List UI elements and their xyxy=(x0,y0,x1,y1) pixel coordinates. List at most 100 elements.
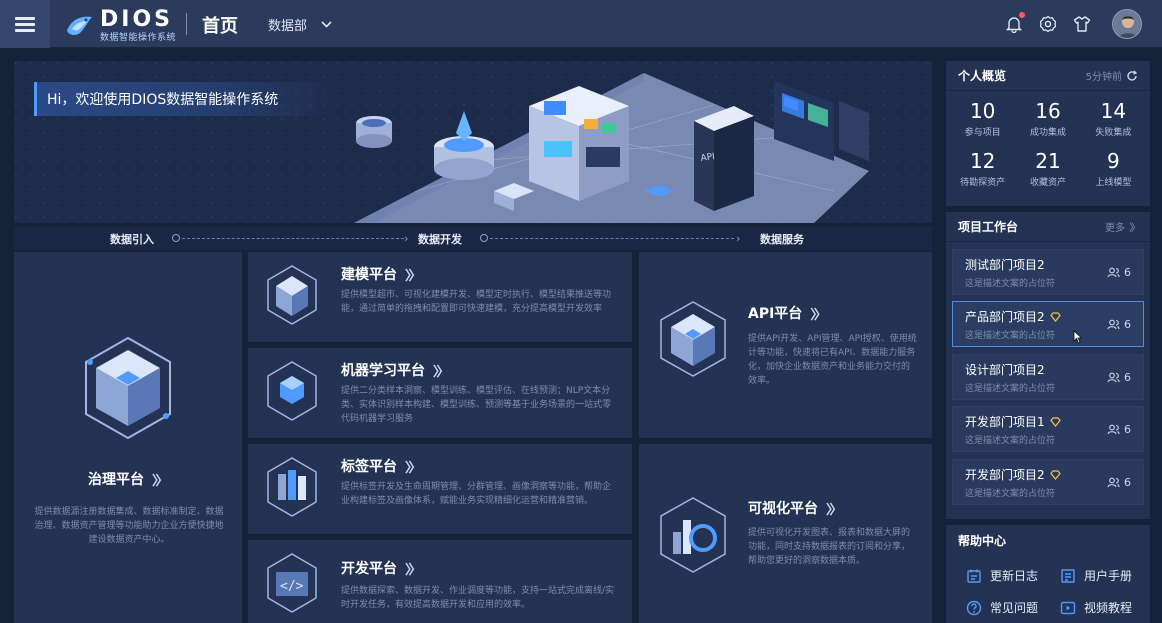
chevron-right-icon: 〉〉 xyxy=(405,268,421,284)
hero-illustration: API xyxy=(354,73,869,223)
gear-icon[interactable] xyxy=(1038,14,1058,34)
help-user-manual[interactable]: 用户手册 xyxy=(1060,567,1132,584)
project-card[interactable]: 测试部门项目2 这是描述文案的占位符 6 xyxy=(952,249,1144,295)
api-desc: 提供API开发、API管理、API授权、使用统计等功能，快速将已有API、数据能… xyxy=(748,334,917,386)
workbench-header: 项目工作台 更多 〉〉 xyxy=(946,212,1150,242)
chevron-right-icon: 〉〉 xyxy=(1129,223,1141,234)
card-visualization[interactable]: 可视化平台 〉〉 提供可视化开发图表、报表和数据大屏的功能，同时支持数据报表的订… xyxy=(639,444,932,623)
logo-subtitle: 数据智能操作系统 xyxy=(100,33,177,43)
header-actions xyxy=(1004,8,1142,40)
stat-label: 成功集成 xyxy=(1029,128,1066,138)
stat-item[interactable]: 12 待勘探资产 xyxy=(950,149,1015,199)
ml-cube-icon xyxy=(267,361,317,421)
chevron-right-icon: 〉〉 xyxy=(405,460,421,476)
card-dev[interactable]: </> 开发平台 〉〉 提供数据探索、数据开发、作业调度等功能，支持一站式完成离… xyxy=(248,540,632,623)
card-machine-learning[interactable]: 机器学习平台 〉〉 提供二分类样本洞察、模型训练、模型评估、在线预测；NLP文本… xyxy=(248,348,632,438)
users-icon xyxy=(1107,424,1120,435)
help-item-label: 视频教程 xyxy=(1084,601,1133,615)
modeling-title-text: 建模平台 xyxy=(341,267,397,283)
flow-line xyxy=(182,238,404,239)
project-name: 开发部门项目1 xyxy=(965,415,1045,429)
department-label: 数据部 xyxy=(268,19,308,34)
tag-title: 标签平台 〉〉 xyxy=(341,456,421,476)
bell-icon[interactable] xyxy=(1004,12,1025,34)
stat-value: 16 xyxy=(1035,99,1061,123)
workbench-title: 项目工作台 xyxy=(958,220,1019,234)
project-name: 产品部门项目2 xyxy=(965,310,1045,324)
overview-refresh[interactable]: 5分钟前 xyxy=(1086,68,1138,83)
page-title: 首页 xyxy=(202,16,238,37)
tag-title-text: 标签平台 xyxy=(341,459,397,475)
project-card[interactable]: 开发部门项目1 这是描述文案的占位符 6 xyxy=(952,406,1144,452)
video-icon xyxy=(1060,601,1076,614)
stat-item[interactable]: 10 参与项目 xyxy=(950,99,1015,149)
users-icon xyxy=(1107,267,1120,278)
logo[interactable]: DIOS 数据智能操作系统 xyxy=(64,7,177,43)
help-item-label: 更新日志 xyxy=(990,569,1039,583)
welcome-message: Hi，欢迎使用DIOS数据智能操作系统 xyxy=(34,82,334,116)
stat-item[interactable]: 14 失败集成 xyxy=(1081,99,1146,149)
stat-value: 14 xyxy=(1100,99,1127,123)
project-members: 6 xyxy=(1107,423,1131,436)
help-item-label: 常见问题 xyxy=(990,601,1039,615)
flow-arrow-icon: › xyxy=(404,232,409,245)
stat-label: 收藏资产 xyxy=(1029,178,1066,188)
modeling-cube-icon xyxy=(267,265,317,325)
governance-desc: 提供数据源注册数据集成、数据标准制定、数据治理、数据资产管理等功能助力企业方便快… xyxy=(34,507,224,545)
viz-title: 可视化平台 〉〉 xyxy=(748,498,842,518)
stat-item[interactable]: 9 上线模型 xyxy=(1081,149,1146,199)
header-divider xyxy=(186,13,187,35)
card-modeling[interactable]: 建模平台 〉〉 提供模型超市、可视化建模开发、模型定时执行、模型结果推送等功能，… xyxy=(248,252,632,342)
department-select[interactable]: 数据部 xyxy=(268,15,332,34)
help-center-panel: 帮助中心 更新日志 用户手册 常见问题 视频教程 xyxy=(946,525,1150,623)
chevron-right-icon: 〉〉 xyxy=(810,307,826,323)
workbench-more-link[interactable]: 更多 〉〉 xyxy=(1105,219,1141,234)
project-card[interactable]: 开发部门项目2 这是描述文案的占位符 6 xyxy=(952,459,1144,505)
shirt-icon[interactable] xyxy=(1072,14,1092,34)
chevron-right-icon: 〉〉 xyxy=(433,364,449,380)
svg-text:</>: </> xyxy=(280,579,304,594)
menu-button[interactable] xyxy=(0,0,50,48)
member-count: 6 xyxy=(1124,476,1131,489)
api-title: API平台 〉〉 xyxy=(748,303,827,323)
overview-title: 个人概览 xyxy=(958,69,1007,83)
api-cube-icon xyxy=(660,301,726,377)
stat-item[interactable]: 16 成功集成 xyxy=(1015,99,1080,149)
tag-cube-icon xyxy=(267,457,317,517)
card-tag[interactable]: 标签平台 〉〉 提供标签开发及生命周期管理、分群管理、画像洞察等功能，帮助企业构… xyxy=(248,444,632,534)
project-card-active[interactable]: 产品部门项目2 这是描述文案的占位符 6 xyxy=(952,301,1144,347)
users-icon xyxy=(1107,372,1120,383)
tag-desc: 提供标签开发及生命周期管理、分群管理、画像洞察等功能，帮助企业构建标签及画像体系… xyxy=(341,482,612,506)
help-title: 帮助中心 xyxy=(958,533,1007,548)
mouse-cursor-icon xyxy=(1073,330,1083,344)
users-icon xyxy=(1107,319,1120,330)
stat-label: 上线模型 xyxy=(1095,178,1132,188)
avatar[interactable] xyxy=(1112,9,1142,39)
logo-text: DIOS xyxy=(100,7,173,32)
flow-step-service: 数据服务 xyxy=(760,233,804,246)
help-changelog[interactable]: 更新日志 xyxy=(966,567,1038,584)
project-members: 6 xyxy=(1107,318,1131,331)
governance-cube-icon xyxy=(85,336,171,440)
diamond-badge-icon xyxy=(1049,469,1061,480)
stat-item[interactable]: 21 收藏资产 xyxy=(1015,149,1080,199)
modeling-desc: 提供模型超市、可视化建模开发、模型定时执行、模型结果推送等功能，通过简单的拖拽和… xyxy=(341,290,612,314)
help-video-tutorial[interactable]: 视频教程 xyxy=(1060,599,1132,616)
stat-value: 10 xyxy=(969,99,996,123)
stat-value: 9 xyxy=(1106,149,1120,173)
dev-title-text: 开发平台 xyxy=(341,561,397,577)
member-count: 6 xyxy=(1124,371,1131,384)
modeling-title: 建模平台 〉〉 xyxy=(341,264,421,284)
chevron-right-icon: 〉〉 xyxy=(405,562,421,578)
flow-dot xyxy=(480,234,488,242)
stat-label: 失败集成 xyxy=(1095,128,1132,138)
chevron-down-icon xyxy=(321,21,332,28)
member-count: 6 xyxy=(1124,266,1131,279)
notification-dot xyxy=(1019,12,1025,18)
card-api[interactable]: API平台 〉〉 提供API开发、API管理、API授权、使用统计等功能，快速将… xyxy=(639,252,932,438)
flow-step-develop: 数据开发 xyxy=(418,233,462,246)
project-card[interactable]: 设计部门项目2 这是描述文案的占位符 6 xyxy=(952,354,1144,400)
help-faq[interactable]: 常见问题 xyxy=(966,599,1038,616)
workbench-more-label: 更多 xyxy=(1105,223,1125,234)
card-governance[interactable]: 治理平台 〉〉 提供数据源注册数据集成、数据标准制定、数据治理、数据资产管理等功… xyxy=(14,252,242,623)
